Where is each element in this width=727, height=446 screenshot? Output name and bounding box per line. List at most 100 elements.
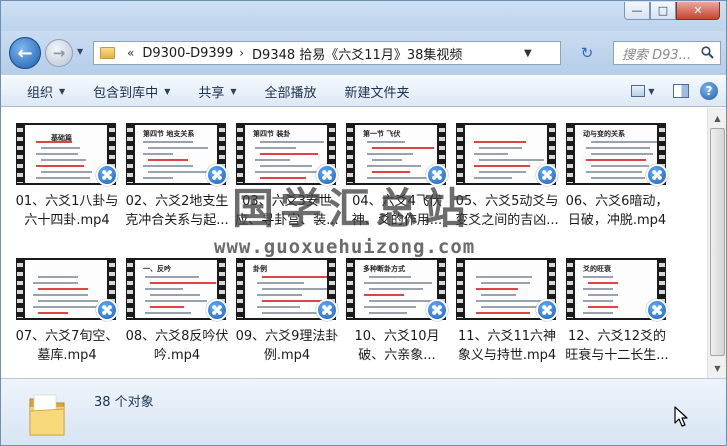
maximize-button[interactable]: □ <box>650 2 676 20</box>
scroll-down-icon[interactable]: ▼ <box>710 360 725 376</box>
breadcrumb-overflow[interactable]: « <box>127 46 134 60</box>
reel-icon <box>324 307 330 313</box>
breadcrumb-item-current[interactable]: D9348 拾易《六爻11月》38集视频 <box>252 44 462 63</box>
thumbnail-text-line <box>38 312 68 314</box>
thumbnail-frame <box>465 260 547 318</box>
thumbnail-title: 动与变的关系 <box>583 130 625 138</box>
thumbnail-text-line <box>36 177 90 179</box>
thumbnail-text-line <box>367 153 413 155</box>
reel-icon <box>544 307 550 313</box>
thumbnail-text-line <box>481 306 542 308</box>
reel-icon <box>104 172 110 178</box>
search-input[interactable]: 搜索 D93... <box>613 41 721 65</box>
thumbnail-text-line <box>150 294 200 296</box>
thumbnail-text-line <box>476 312 530 314</box>
thumbnail-title: 爻的旺衰 <box>583 265 611 273</box>
refresh-button[interactable]: ↻ <box>576 44 598 62</box>
chevron-down-icon: ▼ <box>230 86 237 96</box>
file-item[interactable]: 基础篇 01、六爻1八卦与六十四卦.mp4 <box>12 120 122 240</box>
file-name: 12、六爻12爻的旺衰与十二长生... <box>565 329 669 363</box>
thumbnail-text-line <box>367 165 421 167</box>
thumbnail-text-line <box>479 171 526 173</box>
address-bar[interactable]: « D9300-D9399 › D9348 拾易《六爻11月》38集视频 ▼ <box>93 41 561 65</box>
file-item[interactable]: 爻的旺衰 12、六爻12爻的旺衰与十二长生... <box>562 255 672 375</box>
preview-pane-button[interactable] <box>668 80 694 102</box>
thumbnail-text-line <box>33 294 88 296</box>
thumbnail-text-line <box>586 171 642 173</box>
recent-pages-dropdown[interactable]: ▼ <box>77 47 83 56</box>
thumbnail-title: 一、反吟 <box>143 265 171 273</box>
forward-button[interactable]: → <box>45 39 73 67</box>
thumbnail-text-line <box>260 153 318 155</box>
thumbnail-text-line <box>260 177 306 179</box>
file-item[interactable]: 动与变的关系 06、六爻6暗动，日破，冲脱.mp4 <box>562 120 672 240</box>
play-all-label: 全部播放 <box>264 85 317 101</box>
thumbnail-title: 卦例 <box>253 265 267 273</box>
thumbnail-text-line <box>474 153 508 155</box>
address-dropdown[interactable]: ▼ <box>520 42 560 64</box>
thumbnail-text-line <box>372 159 402 161</box>
search-icon[interactable] <box>701 46 714 59</box>
file-item[interactable]: 第四节 地支关系 02、六爻2地支生克冲合关系与起... <box>122 120 232 240</box>
thumbnail-text-line <box>260 141 324 143</box>
vertical-scrollbar[interactable]: ▲ ▼ <box>707 108 726 378</box>
file-name: 05、六爻5动爻与变爻之间的吉凶... <box>455 194 559 228</box>
scrollbar-thumb[interactable] <box>710 128 725 356</box>
share-menu[interactable]: 共享 ▼ <box>184 75 250 107</box>
media-player-icon <box>646 164 668 186</box>
toolbar-right-group: ▼ ? <box>624 80 718 102</box>
minimize-button[interactable]: — <box>624 2 650 20</box>
thumbnail-frame: 第四节 地支关系 <box>135 125 217 183</box>
thumbnail-text-line <box>145 288 183 290</box>
file-item[interactable]: 05、六爻5动爻与变爻之间的吉凶... <box>452 120 562 240</box>
navigation-bar: ← → ▼ « D9300-D9399 › D9348 拾易《六爻11月》38集… <box>1 31 726 75</box>
breadcrumb-separator[interactable]: › <box>239 46 244 60</box>
thumbnail-text-line <box>143 153 173 155</box>
back-button[interactable]: ← <box>9 37 41 69</box>
close-button[interactable]: ✕ <box>676 2 720 20</box>
file-name: 02、六爻2地支生克冲合关系与起... <box>125 194 229 228</box>
thumbnail-text-line <box>262 288 327 290</box>
help-icon[interactable]: ? <box>700 82 718 100</box>
breadcrumb-item-parent[interactable]: D9300-D9399 <box>142 46 233 61</box>
thumbnail-text-line <box>41 159 86 161</box>
thumbnail-frame: 多种断卦方式 <box>355 260 437 318</box>
thumbnail-text-line <box>591 177 645 179</box>
thumbnail-text-line <box>41 147 80 149</box>
file-item[interactable]: 07、六爻7旬空、墓库.mp4 <box>12 255 122 375</box>
file-item[interactable]: 11、六爻11六神象义与持世.mp4 <box>452 255 562 375</box>
back-arrow-icon: ← <box>17 42 33 64</box>
file-name: 09、六爻9理法卦例.mp4 <box>235 329 339 363</box>
reel-icon <box>654 172 660 178</box>
file-list: 基础篇 01、六爻1八卦与六十四卦.mp4 第四节 地支关系 02、六爻2地支生克冲合… <box>1 108 707 378</box>
reel-icon <box>654 307 660 313</box>
include-in-library-menu[interactable]: 包含到库中 ▼ <box>79 75 184 107</box>
thumbnail-title: 第一节 飞伏 <box>363 130 401 138</box>
play-all-button[interactable]: 全部播放 <box>251 75 331 107</box>
reel-icon <box>544 172 550 178</box>
file-name: 11、六爻11六神象义与持世.mp4 <box>457 329 557 363</box>
file-item[interactable]: 第四节 装卦 03、六爻3安世应、寻卦宫、装... <box>232 120 342 240</box>
thumbnail-text-line <box>148 171 208 173</box>
organize-menu[interactable]: 组织 ▼ <box>1 75 79 107</box>
scroll-up-icon[interactable]: ▲ <box>710 110 725 126</box>
thumbnail-text-line <box>588 282 618 284</box>
thumbnail-text-line <box>41 171 92 173</box>
thumbnail-text-line <box>36 153 78 155</box>
change-view-button[interactable]: ▼ <box>624 80 662 102</box>
file-item[interactable]: 卦例 09、六爻9理法卦例.mp4 <box>232 255 342 375</box>
file-item[interactable]: 一、反吟 08、六爻8反吟伏吟.mp4 <box>122 255 232 375</box>
media-player-icon <box>206 299 228 321</box>
folder-icon <box>29 394 65 436</box>
new-folder-button[interactable]: 新建文件夹 <box>331 75 424 107</box>
thumbnail-text-line <box>583 288 613 290</box>
thumbnail-text-line <box>143 177 173 179</box>
file-item[interactable]: 多种断卦方式 10、六爻10月破、六亲象... <box>342 255 452 375</box>
thumbnail-text-line <box>148 147 208 149</box>
thumbnail-text-line <box>369 276 411 278</box>
thumbnail-frame <box>465 125 547 183</box>
thumbnail-text-line <box>369 300 435 302</box>
thumbnail-text-line <box>36 141 72 143</box>
chevron-down-icon: ▼ <box>164 86 171 96</box>
file-item[interactable]: 第一节 飞伏 04、六爻4飞伏神、爻的作用... <box>342 120 452 240</box>
